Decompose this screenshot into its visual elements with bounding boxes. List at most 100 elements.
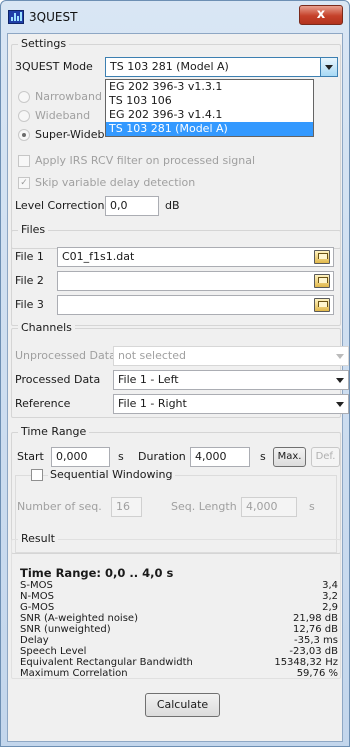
result-value: 3,4 (322, 580, 338, 591)
result-value: 2,9 (322, 602, 338, 613)
result-row: Delay -35,3 ms (20, 635, 338, 646)
app-icon (8, 10, 24, 24)
mode-option[interactable]: TS 103 106 (106, 94, 313, 108)
mode-label: 3QUEST Mode (15, 60, 93, 73)
result-label: Delay (20, 635, 49, 646)
super-wideband-label: Super-Wideb (35, 128, 105, 141)
narrowband-radio[interactable] (18, 91, 30, 103)
result-row: N-MOS 3,2 (20, 591, 338, 602)
result-row: Speech Level -23,03 dB (20, 646, 338, 657)
seq-length-input[interactable]: 4,000 (241, 497, 297, 517)
files-group-title: Files (18, 223, 49, 236)
chevron-down-icon (336, 402, 344, 407)
result-label: N-MOS (20, 591, 54, 602)
start-input[interactable]: 0,000 (51, 447, 110, 467)
level-correction-input[interactable]: 0,0 (105, 196, 159, 216)
open-folder-icon[interactable] (314, 298, 330, 312)
duration-unit: s (260, 450, 266, 463)
calculate-button[interactable]: Calculate (145, 693, 220, 717)
result-label: Maximum Correlation (20, 668, 128, 679)
super-wideband-radio[interactable] (18, 129, 30, 141)
mode-option[interactable]: EG 202 396-3 v1.4.1 (106, 108, 313, 122)
file2-input[interactable] (57, 271, 334, 291)
default-button[interactable]: Def. (311, 447, 340, 467)
reference-value: File 1 - Right (118, 397, 187, 410)
num-seq-input[interactable]: 16 (111, 497, 142, 517)
chevron-down-icon (336, 354, 344, 359)
level-correction-label: Level Correction (15, 199, 105, 212)
result-label: S-MOS (20, 580, 53, 591)
time-range-group-title: Time Range (18, 425, 90, 438)
wideband-radio[interactable] (18, 110, 30, 122)
start-label: Start (17, 450, 44, 463)
start-value: 0,000 (56, 450, 88, 463)
chevron-down-icon (336, 378, 344, 383)
skip-delay-label: Skip variable delay detection (35, 176, 196, 189)
file1-value: C01_f1s1.dat (62, 250, 135, 263)
title-bar[interactable]: 3QUEST x (1, 1, 349, 33)
result-row: SNR (unweighted) 12,76 dB (20, 624, 338, 635)
result-value: -23,03 dB (289, 646, 338, 657)
mode-dropdown-list: EG 202 396-3 v1.3.1 TS 103 106 EG 202 39… (105, 79, 314, 137)
reference-label: Reference (15, 397, 71, 410)
irs-filter-label: Apply IRS RCV filter on processed signal (35, 154, 256, 167)
chevron-down-icon (325, 65, 333, 70)
open-folder-icon[interactable] (314, 250, 330, 264)
file1-label: File 1 (15, 250, 44, 263)
dialog-body: Settings 3QUEST Mode TS 103 281 (Model A… (7, 33, 349, 742)
sequential-windowing-label: Sequential Windowing (48, 468, 175, 481)
result-label: Speech Level (20, 646, 87, 657)
duration-input[interactable]: 4,000 (190, 447, 250, 467)
num-seq-label: Number of seq. (17, 500, 102, 513)
mode-dropdown-button[interactable] (320, 58, 337, 76)
mode-value: TS 103 281 (Model A) (110, 60, 229, 73)
files-group: Files File 1 C01_f1s1.dat File 2 File 3 (11, 223, 341, 326)
reference-select[interactable]: File 1 - Right (113, 394, 349, 414)
mode-select[interactable]: TS 103 281 (Model A) (105, 57, 338, 77)
channels-group-title: Channels (18, 321, 75, 334)
num-seq-value: 16 (116, 500, 130, 513)
seq-length-value: 4,000 (246, 500, 278, 513)
file1-input[interactable]: C01_f1s1.dat (57, 247, 334, 267)
mode-option-selected[interactable]: TS 103 281 (Model A) (106, 122, 313, 136)
wideband-label: Wideband (35, 109, 91, 122)
duration-label: Duration (138, 450, 186, 463)
file3-input[interactable] (57, 295, 334, 315)
unprocessed-data-select[interactable]: not selected (113, 346, 349, 366)
file3-label: File 3 (15, 298, 44, 311)
unprocessed-data-label: Unprocessed Data (15, 349, 116, 362)
result-row: Equivalent Rectangular Bandwidth 15348,3… (20, 657, 338, 668)
sequential-windowing-checkbox[interactable] (31, 469, 43, 481)
result-value: 15348,32 Hz (274, 657, 338, 668)
seq-length-label: Seq. Length (171, 500, 237, 513)
window-title: 3QUEST (29, 10, 78, 24)
settings-group-title: Settings (18, 37, 70, 50)
processed-data-value: File 1 - Left (118, 373, 179, 386)
result-group: Result Time Range: 0,0 .. 4,0 s S-MOS 3,… (11, 532, 341, 679)
result-label: Equivalent Rectangular Bandwidth (20, 657, 193, 668)
result-label: G-MOS (20, 602, 55, 613)
close-button[interactable]: x (299, 5, 343, 25)
result-row: SNR (A-weighted noise) 21,98 dB (20, 613, 338, 624)
result-label: SNR (A-weighted noise) (20, 613, 138, 624)
duration-value: 4,000 (195, 450, 227, 463)
result-row: Maximum Correlation 59,76 % (20, 668, 338, 679)
app-window: 3QUEST x Settings 3QUEST Mode TS 103 281… (0, 0, 350, 747)
result-value: -35,3 ms (293, 635, 338, 646)
open-folder-icon[interactable] (314, 274, 330, 288)
result-value: 3,2 (322, 591, 338, 602)
unprocessed-data-value: not selected (118, 349, 186, 362)
mode-option[interactable]: EG 202 396-3 v1.3.1 (106, 80, 313, 94)
result-heading: Time Range: 0,0 .. 4,0 s (20, 566, 174, 580)
skip-delay-checkbox[interactable]: ✓ (18, 177, 30, 189)
result-label: SNR (unweighted) (20, 624, 111, 635)
result-value: 21,98 dB (292, 613, 338, 624)
level-correction-value: 0,0 (110, 199, 128, 212)
result-value: 59,76 % (296, 668, 338, 679)
processed-data-select[interactable]: File 1 - Left (113, 370, 349, 390)
seq-length-unit: s (309, 500, 315, 513)
irs-filter-checkbox[interactable] (18, 155, 30, 167)
max-button[interactable]: Max. (273, 447, 306, 467)
result-row: G-MOS 2,9 (20, 602, 338, 613)
narrowband-label: Narrowband (35, 90, 102, 103)
